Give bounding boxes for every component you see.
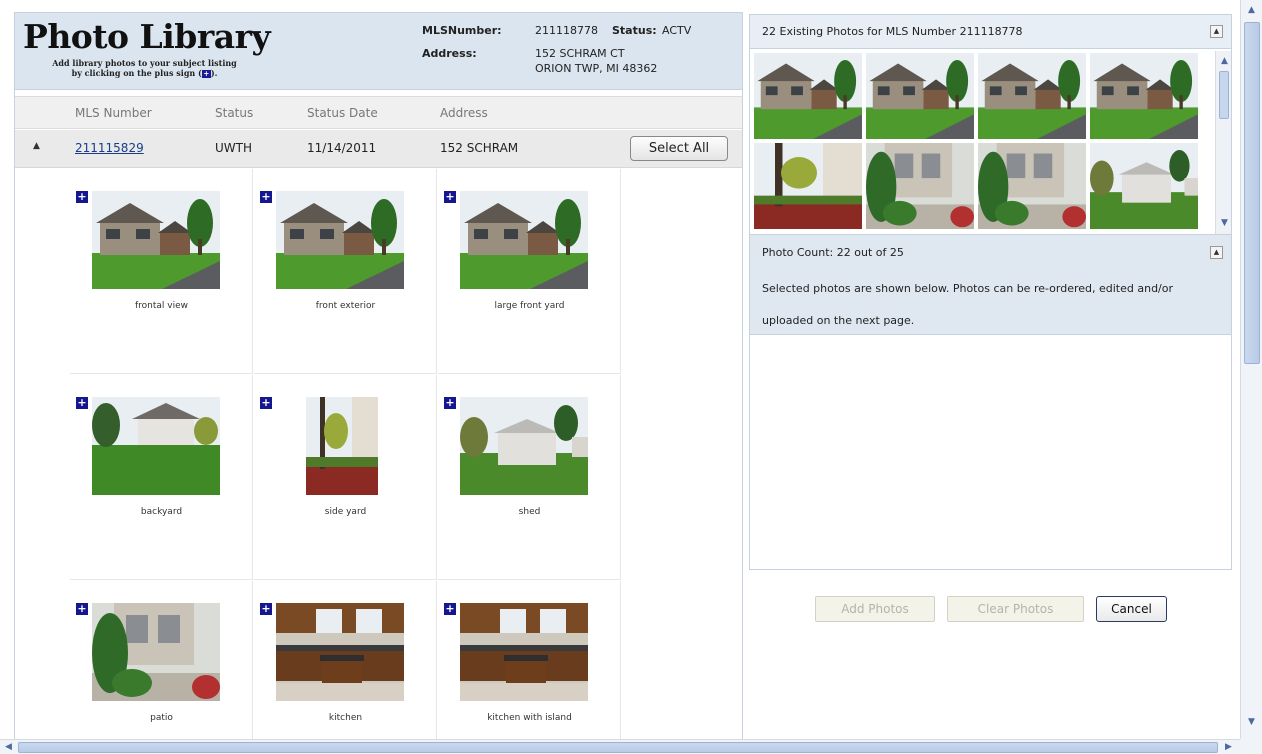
existing-photo-thumbnail[interactable]	[1090, 143, 1198, 229]
row-status-date: 11/14/2011	[307, 141, 377, 155]
table-row: ▲ 211115829 UWTH 11/14/2011 152 SCHRAM S…	[15, 130, 742, 168]
photo-count-title: Photo Count: 22 out of 25	[762, 246, 904, 259]
address-line2: ORION TWP, MI 48362	[535, 62, 658, 75]
column-address[interactable]: Address	[440, 106, 488, 120]
photo-thumbnail[interactable]	[306, 397, 378, 495]
photo-thumbnail[interactable]	[276, 191, 404, 289]
photo-thumbnail[interactable]	[460, 397, 588, 495]
scroll-right-icon[interactable]: ▶	[1220, 739, 1237, 754]
add-photo-plus-icon[interactable]: +	[444, 397, 456, 409]
instruction-line2: by clicking on the plus sign (	[71, 68, 202, 78]
photo-caption: large front yard	[494, 301, 565, 311]
existing-photo-thumbnail[interactable]	[978, 143, 1086, 229]
photo-library-panel: Photo Library Add library photos to your…	[14, 12, 743, 742]
photo-thumbnail[interactable]	[92, 603, 220, 701]
photo-card: + large front yard	[438, 169, 621, 374]
photo-thumbnail[interactable]	[92, 397, 220, 495]
collapse-icon[interactable]: ▲	[1210, 25, 1223, 38]
photo-card: + shed	[438, 375, 621, 580]
address-label: Address:	[422, 47, 477, 60]
scroll-down-icon[interactable]: ▼	[1216, 215, 1233, 232]
existing-photo-thumbnail[interactable]	[754, 53, 862, 139]
photo-caption: frontal view	[134, 301, 188, 311]
row-address: 152 SCHRAM	[440, 141, 519, 155]
add-photos-button[interactable]: Add Photos	[815, 596, 935, 622]
add-photo-plus-icon[interactable]: +	[76, 603, 88, 615]
horizontal-scroll-thumb[interactable]	[18, 742, 1218, 753]
existing-photos-title: 22 Existing Photos for MLS Number 211118…	[762, 25, 1023, 38]
photo-count-header: Photo Count: 22 out of 25 ▲ Selected pho…	[750, 235, 1231, 335]
photo-caption: kitchen with island	[487, 713, 572, 723]
scroll-thumb[interactable]	[1219, 71, 1229, 119]
table-header: MLS Number Status Status Date Address	[15, 96, 742, 129]
instruction-line1: Add library photos to your subject listi…	[52, 58, 237, 68]
cancel-button[interactable]: Cancel	[1096, 596, 1167, 622]
collapse-icon[interactable]: ▲	[1210, 246, 1223, 259]
photo-grid: + frontal view + front exterior + large …	[70, 169, 622, 741]
scroll-left-icon[interactable]: ◀	[0, 739, 17, 754]
add-photo-plus-icon[interactable]: +	[260, 397, 272, 409]
column-mls-number[interactable]: MLS Number	[75, 106, 152, 120]
photo-card: + frontal view	[70, 169, 253, 374]
select-all-button[interactable]: Select All	[630, 136, 728, 161]
photo-caption: kitchen	[328, 713, 363, 723]
photo-count-message: Selected photos are shown below. Photos …	[762, 282, 1174, 327]
existing-photos-strip	[754, 53, 1204, 233]
existing-photo-thumbnail[interactable]	[1090, 53, 1198, 139]
photo-count-panel: Photo Count: 22 out of 25 ▲ Selected pho…	[749, 234, 1232, 570]
instruction-tail: ).	[210, 68, 218, 78]
library-header: Photo Library Add library photos to your…	[15, 13, 742, 90]
add-photo-plus-icon[interactable]: +	[76, 397, 88, 409]
status-label: Status:	[612, 24, 657, 37]
existing-photos-scrollbar[interactable]: ▲ ▼	[1215, 51, 1231, 234]
status-value: ACTV	[662, 24, 692, 37]
photo-card: + side yard	[254, 375, 437, 580]
page-title: Photo Library	[23, 17, 271, 56]
address-line1: 152 SCHRAM CT	[535, 47, 625, 60]
photo-thumbnail[interactable]	[276, 603, 404, 701]
column-status[interactable]: Status	[215, 106, 253, 120]
existing-photo-thumbnail[interactable]	[754, 143, 862, 229]
photo-card: + backyard	[70, 375, 253, 580]
selected-photos-area	[750, 336, 1231, 569]
scrollbar-corner	[1240, 739, 1262, 754]
add-photo-plus-icon[interactable]: +	[444, 191, 456, 203]
existing-photo-thumbnail[interactable]	[866, 53, 974, 139]
existing-photo-thumbnail[interactable]	[978, 53, 1086, 139]
plus-icon: +	[201, 69, 211, 78]
vertical-scrollbar[interactable]: ▲ ▼	[1240, 0, 1262, 739]
horizontal-scrollbar[interactable]: ◀ ▶	[0, 739, 1240, 754]
existing-photos-header: 22 Existing Photos for MLS Number 211118…	[750, 15, 1231, 49]
add-photo-plus-icon[interactable]: +	[444, 603, 456, 615]
photo-card: + front exterior	[254, 169, 437, 374]
scroll-up-icon[interactable]: ▲	[1216, 53, 1233, 70]
instruction-text: Add library photos to your subject listi…	[27, 58, 262, 78]
add-photo-plus-icon[interactable]: +	[260, 603, 272, 615]
vertical-scroll-thumb[interactable]	[1244, 22, 1260, 364]
photo-thumbnail[interactable]	[460, 191, 588, 289]
mls-number-link[interactable]: 211115829	[75, 141, 144, 155]
existing-photo-thumbnail[interactable]	[866, 143, 974, 229]
photo-card: + kitchen	[254, 581, 437, 741]
row-status: UWTH	[215, 141, 253, 155]
add-photo-plus-icon[interactable]: +	[76, 191, 88, 203]
photo-card: + patio	[70, 581, 253, 741]
photo-caption: front exterior	[315, 301, 376, 311]
photo-caption: backyard	[140, 507, 183, 517]
mls-number-value: 211118778	[535, 24, 598, 37]
add-photo-plus-icon[interactable]: +	[260, 191, 272, 203]
existing-photos-panel: 22 Existing Photos for MLS Number 211118…	[749, 14, 1232, 235]
photo-caption: patio	[150, 713, 173, 723]
mls-number-label: MLSNumber:	[422, 24, 502, 37]
clear-photos-button[interactable]: Clear Photos	[947, 596, 1084, 622]
scroll-down-icon[interactable]: ▼	[1243, 714, 1260, 731]
column-status-date[interactable]: Status Date	[307, 106, 378, 120]
photo-caption: side yard	[324, 507, 367, 517]
collapse-row-icon[interactable]: ▲	[33, 141, 40, 151]
scroll-up-icon[interactable]: ▲	[1243, 2, 1260, 19]
photo-thumbnail[interactable]	[460, 603, 588, 701]
photo-thumbnail[interactable]	[92, 191, 220, 289]
photo-caption: shed	[518, 507, 541, 517]
photo-card: + kitchen with island	[438, 581, 621, 741]
